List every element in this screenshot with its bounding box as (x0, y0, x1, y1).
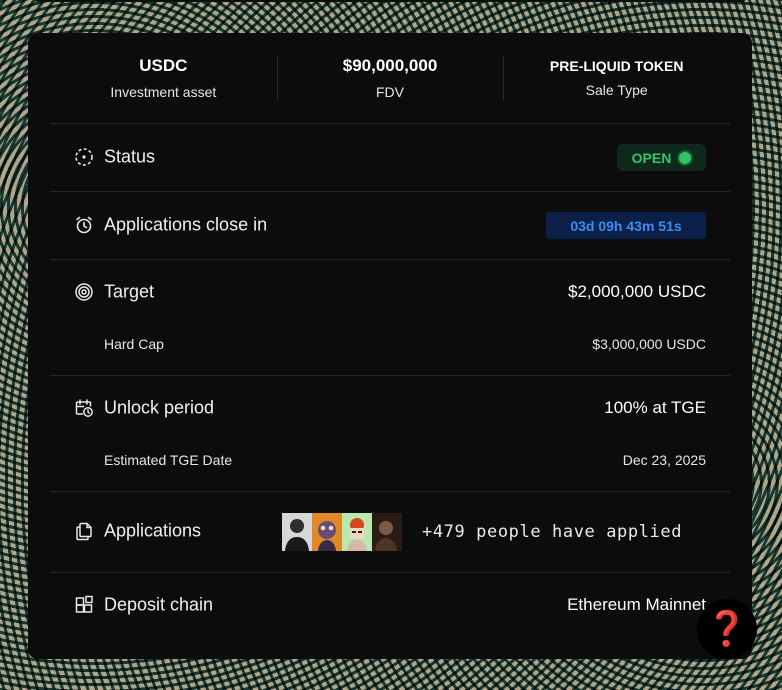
stat-fdv: $90,000,000 FDV (276, 33, 504, 123)
applied-count-text: +479 people have applied (422, 522, 683, 542)
avatar (312, 513, 342, 551)
hard-cap-value: $3,000,000 USDC (592, 336, 706, 352)
question-mark-icon: ❓ (705, 610, 749, 648)
unlock-period-label: Unlock period (104, 397, 215, 418)
stat-sale-type: PRE-LIQUID TOKEN Sale Type (503, 33, 730, 123)
sale-details-card: USDC Investment asset $90,000,000 FDV PR… (28, 33, 752, 659)
status-dashed-circle-icon (74, 147, 94, 167)
avatar (372, 513, 402, 551)
summary-stats: USDC Investment asset $90,000,000 FDV PR… (50, 33, 730, 123)
status-label: Status (104, 146, 156, 167)
applications-label: Applications (104, 520, 202, 541)
stat-value: PRE-LIQUID TOKEN (549, 58, 684, 74)
tge-date-label: Estimated TGE Date (104, 452, 233, 468)
divider (50, 572, 730, 573)
applicant-avatars (282, 513, 402, 551)
help-button[interactable]: ❓ (697, 599, 757, 659)
previous-card-edge (30, 0, 750, 2)
status-badge-text: OPEN (631, 149, 672, 166)
status-badge: OPEN (617, 144, 706, 171)
unlock-period-value: 100% at TGE (604, 398, 706, 417)
calendar-clock-icon (74, 398, 94, 418)
stat-label: Sale Type (585, 82, 648, 98)
target-icon (74, 282, 94, 302)
divider (50, 259, 730, 260)
divider (50, 491, 730, 492)
documents-icon (74, 521, 94, 541)
divider (50, 123, 730, 124)
hard-cap-label: Hard Cap (104, 336, 164, 352)
applications-close-label: Applications close in (104, 214, 268, 235)
blocks-icon (74, 595, 94, 615)
tge-date-value: Dec 23, 2025 (622, 452, 706, 468)
divider (50, 191, 730, 192)
target-value: $2,000,000 USDC (568, 282, 706, 301)
target-label: Target (104, 281, 155, 302)
stat-label: FDV (376, 84, 404, 100)
alarm-clock-icon (74, 215, 94, 235)
status-dot (679, 151, 692, 164)
deposit-chain-label: Deposit chain (104, 594, 214, 615)
deposit-chain-value: Ethereum Mainnet (567, 595, 706, 614)
stat-value: $90,000,000 (342, 56, 438, 75)
divider (50, 375, 730, 376)
stat-investment-asset: USDC Investment asset (50, 33, 277, 123)
stat-value: USDC (139, 56, 188, 75)
avatar (282, 513, 312, 551)
countdown-timer: 03d 09h 43m 51s (546, 212, 706, 239)
avatar (342, 513, 372, 551)
stat-label: Investment asset (110, 84, 217, 100)
